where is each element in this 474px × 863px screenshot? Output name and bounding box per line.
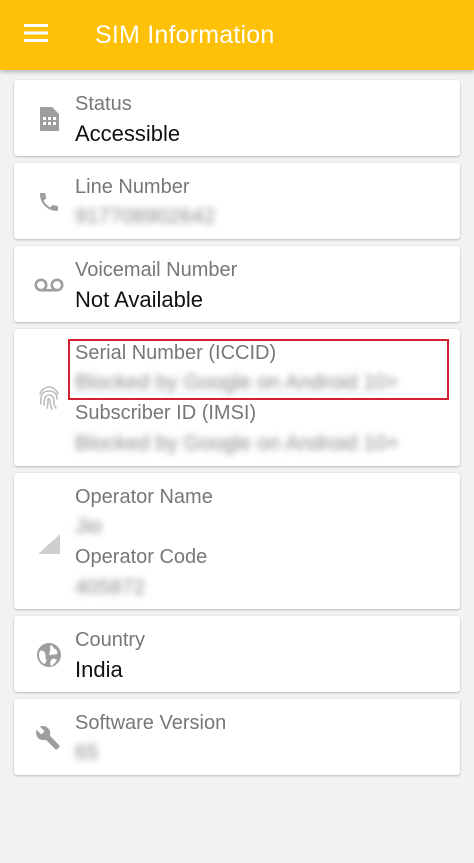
menu-button[interactable] <box>14 18 60 52</box>
operator-code-label: Operator Code <box>75 546 208 568</box>
signal-strength-icon <box>34 529 64 559</box>
software-version-label: Software Version <box>75 712 227 734</box>
hamburger-menu-icon <box>24 23 50 48</box>
software-version-card[interactable]: Software Version 65 <box>14 699 460 775</box>
sim-card-icon <box>34 104 64 134</box>
country-label: Country <box>75 629 146 651</box>
operator-name-value: Jio <box>75 515 102 538</box>
page-title: SIM Information <box>95 21 275 49</box>
voicemail-label: Voicemail Number <box>75 259 238 281</box>
fingerprint-icon <box>34 383 64 413</box>
wrench-icon <box>34 723 64 753</box>
status-label: Status <box>75 93 132 115</box>
subscriber-id-value: Blocked by Google on Android 10+ <box>75 432 399 455</box>
operator-card[interactable]: Operator Name Jio Operator Code 405872 <box>14 473 460 609</box>
operator-code-value: 405872 <box>75 576 146 599</box>
line-number-card[interactable]: Line Number 917708902642 <box>14 163 460 239</box>
globe-icon <box>34 640 64 670</box>
voicemail-value: Not Available <box>75 287 204 312</box>
country-value: India <box>75 657 123 682</box>
status-card[interactable]: Status Accessible <box>14 80 460 156</box>
line-number-label: Line Number <box>75 176 190 198</box>
voicemail-card[interactable]: Voicemail Number Not Available <box>14 246 460 322</box>
subscriber-id-label: Subscriber ID (IMSI) <box>75 402 257 424</box>
app-bar: SIM Information <box>0 0 474 70</box>
software-version-value: 65 <box>75 741 99 764</box>
voicemail-icon <box>34 270 64 300</box>
country-card[interactable]: Country India <box>14 616 460 692</box>
serial-number-highlight <box>68 339 449 400</box>
operator-name-label: Operator Name <box>75 486 213 508</box>
status-value: Accessible <box>75 121 181 146</box>
phone-icon <box>34 187 64 217</box>
line-number-value: 917708902642 <box>75 205 216 228</box>
